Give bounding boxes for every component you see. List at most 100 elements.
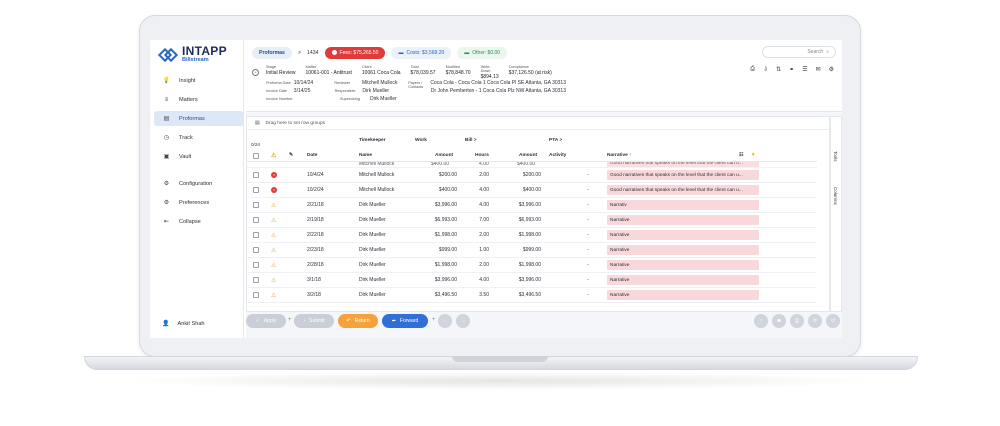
sidebar-item-collapse[interactable]: ⇤ Collapse xyxy=(154,214,244,229)
cell-narrative[interactable]: Narrative xyxy=(607,215,759,225)
link-icon[interactable]: ⚭ xyxy=(789,66,794,73)
col-bill-amount[interactable]: Amount xyxy=(519,150,537,161)
group-bill[interactable]: Bill > xyxy=(465,134,477,147)
camera-button[interactable]: ◙ xyxy=(772,314,786,328)
row-checkbox[interactable] xyxy=(253,217,259,223)
list-icon[interactable]: ☰ xyxy=(802,66,807,73)
tools-tab[interactable]: Tools xyxy=(833,151,838,162)
row-checkbox[interactable] xyxy=(253,232,259,238)
select-all-checkbox[interactable] xyxy=(253,152,259,159)
clock-icon: ◷ xyxy=(163,135,170,141)
row-checkbox[interactable] xyxy=(253,187,259,193)
sidebar-item-insight[interactable]: 💡 Insight xyxy=(154,73,244,88)
search-input[interactable]: Search ⌕ xyxy=(762,46,836,58)
cell-narrative[interactable]: Narrative xyxy=(607,260,759,270)
edit-column-icon: ✎ xyxy=(289,153,294,158)
table-row[interactable]: × 10/2/24 Mitchell Mullock $400.00 4.00 … xyxy=(247,183,817,198)
laptop-shadow xyxy=(120,372,880,390)
return-button[interactable]: ↶ Return xyxy=(338,314,378,328)
cell-date: 2/19/18 xyxy=(307,217,324,223)
notes-icon[interactable]: ✉ xyxy=(816,66,821,73)
sidebar-item-vault[interactable]: ▣ Vault xyxy=(154,149,244,164)
col-hours[interactable]: Hours xyxy=(475,150,489,161)
error-icon: × xyxy=(271,172,277,178)
table-row[interactable]: ⚠ 2/21/18 Dirk Mueller $3,996.00 4.00 $3… xyxy=(247,198,817,213)
table-row[interactable]: ⚠ 3/1/18 Dirk Mueller $3,996.00 4.00 $3,… xyxy=(247,273,817,288)
cell-narrative[interactable]: Narrative xyxy=(607,245,759,255)
column-menu-icon[interactable]: ☷ xyxy=(739,150,743,161)
warning-icon: ⚠ xyxy=(271,202,277,209)
cell-name: Mitchell Mullock xyxy=(359,172,395,178)
cell-name: Dirk Mueller xyxy=(359,292,386,298)
table-row[interactable]: ⚠ 2/22/18 Dirk Mueller $1,998.00 2.00 $1… xyxy=(247,228,817,243)
table-row[interactable]: × 10/4/24 Mitchell Mullock $200.00 2.00 … xyxy=(247,168,817,183)
columns-tab[interactable]: Columns xyxy=(833,187,838,205)
sidebar-item-preferences[interactable]: ⚙ Preferences xyxy=(154,195,244,210)
cell-narrative[interactable]: Good narratives that speaks on the level… xyxy=(607,170,759,180)
error-icon: × xyxy=(271,187,277,193)
row-checkbox[interactable] xyxy=(253,247,259,253)
forward-button[interactable]: ➦ Forward xyxy=(382,314,428,328)
row-checkbox[interactable] xyxy=(253,172,259,178)
cell-narrative[interactable]: Good narratives that speaks on the level… xyxy=(607,185,759,195)
print-icon[interactable]: ⎙ xyxy=(750,66,755,73)
cell-narrative[interactable]: Narrative xyxy=(607,290,759,300)
next-button[interactable]: → xyxy=(456,314,470,328)
sparkle-icon[interactable]: ✦ xyxy=(751,150,755,161)
refresh-button[interactable]: ⟳ xyxy=(808,314,822,328)
row-checkbox[interactable] xyxy=(253,277,259,283)
user-profile[interactable]: 👤 Ankit Shah xyxy=(162,320,205,328)
attach-icon[interactable]: ⇩ xyxy=(763,66,768,73)
table-row[interactable]: ⚠ 2/19/18 Dirk Mueller $6,993.00 7.00 $6… xyxy=(247,213,817,228)
group-work: Work xyxy=(415,138,427,143)
table-row[interactable]: ⚠ 3/2/18 Dirk Mueller $3,496.50 3.50 $3,… xyxy=(247,288,817,303)
sidebar-item-proformas[interactable]: ▤ Proformas xyxy=(154,111,244,126)
brand-name: INTAPP xyxy=(182,44,227,58)
main-area: Proformas > 1434 Fees: $75,265.50 ▬ Costs… xyxy=(246,40,842,338)
upload-button[interactable]: ↑ xyxy=(754,314,768,328)
field-value: 3/14/25 xyxy=(293,88,311,94)
cell-narrative[interactable]: Narrative xyxy=(607,230,759,240)
field-label: Invoice Number xyxy=(266,97,293,101)
cell-amount: $1,998.00 xyxy=(434,232,457,238)
sidebar-item-track[interactable]: ◷ Track xyxy=(154,130,244,145)
row-group-bar[interactable]: ▤ Drag here to set row groups xyxy=(247,117,829,130)
group-pta[interactable]: PTA > xyxy=(549,134,562,147)
print-button[interactable]: ⎙ xyxy=(790,314,804,328)
row-checkbox[interactable] xyxy=(253,202,259,208)
sidebar-nav: 💡 Insight ≡ Matters ▤ Proformas ◷ Track ▣ Vault ⚙ C… xyxy=(154,73,244,233)
costs-pill[interactable]: ▬ Costs: $3,568.20 xyxy=(391,46,452,59)
table-row[interactable]: ⚠ 2/28/18 Dirk Mueller $1,998.00 2.00 $1… xyxy=(247,258,817,273)
col-narrative[interactable]: Narrative ↑ xyxy=(607,150,632,161)
settings-icon[interactable]: ⚙ xyxy=(829,66,834,73)
col-amount[interactable]: Amount xyxy=(435,150,453,161)
table-row[interactable]: ⚠ 2/23/18 Dirk Mueller $999.00 1.00 $999… xyxy=(247,243,817,258)
col-date[interactable]: Date xyxy=(307,150,317,161)
back-button[interactable]: ← xyxy=(438,314,452,328)
col-name[interactable]: Name xyxy=(359,150,372,161)
field-value: Dirk Mueller xyxy=(362,88,390,94)
cell-hours: 2.00 xyxy=(479,232,489,238)
fees-icon xyxy=(331,50,337,55)
cell-amount: $3,496.50 xyxy=(434,292,457,298)
sidebar-item-matters[interactable]: ≡ Matters xyxy=(154,92,244,107)
breadcrumb-proformas[interactable]: Proformas xyxy=(252,46,292,59)
swap-icon[interactable]: ⇅ xyxy=(776,66,781,73)
col-activity[interactable]: Activity xyxy=(549,150,566,161)
collapse-header-icon[interactable]: ^ xyxy=(252,69,259,76)
undo-button[interactable]: ↺ xyxy=(826,314,840,328)
sidebar-item-configuration[interactable]: ⚙ Configuration xyxy=(154,176,244,191)
row-checkbox[interactable] xyxy=(253,292,259,298)
row-checkbox[interactable] xyxy=(253,262,259,268)
cell-narrative[interactable]: Narrative xyxy=(607,275,759,285)
submit-button[interactable]: › Submit xyxy=(294,314,334,328)
cell-narrative[interactable]: Narrativ xyxy=(607,200,759,210)
header-field-matter: Matter 10061-001 - Antitrust xyxy=(305,65,351,80)
warning-icon: ⚠ xyxy=(271,262,277,269)
fees-pill[interactable]: Fees: $75,265.50 xyxy=(324,46,386,59)
sidebar-item-label: Proformas xyxy=(179,115,205,122)
user-name: Ankit Shah xyxy=(177,320,205,327)
warning-icon: ⚠ xyxy=(271,292,277,299)
other-pill[interactable]: ▬ Other: $0.00 xyxy=(457,46,508,59)
apply-button[interactable]: ✓ Apply xyxy=(246,314,286,328)
